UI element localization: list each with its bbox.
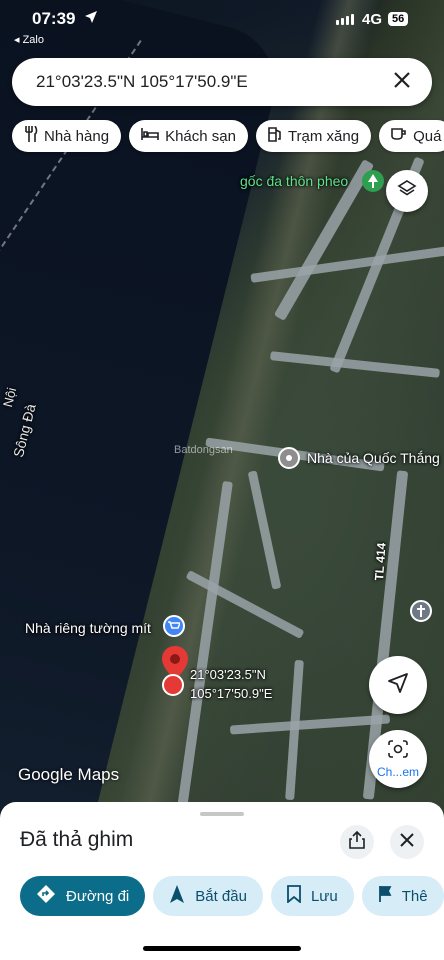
add-label-button[interactable]: Thê xyxy=(361,876,444,916)
share-button[interactable] xyxy=(340,825,374,859)
network-type: 4G xyxy=(362,11,383,28)
map-road xyxy=(229,714,391,735)
poi-label-quoc-thang[interactable]: Nhà của Quốc Thắng xyxy=(307,450,440,466)
road-label-tl414: TL 414 xyxy=(372,542,389,581)
start-button[interactable]: Bắt đầu xyxy=(153,876,263,916)
place-marker-icon[interactable] xyxy=(278,447,300,469)
status-bar: 07:39 ◂ Zalo 4G 56 xyxy=(0,0,444,46)
category-chips: Nhà hàng Khách sạn Trạm xăng Quá xyxy=(12,120,444,154)
close-icon xyxy=(393,71,411,94)
action-label: Bắt đầu xyxy=(195,887,247,905)
directions-button[interactable]: Đường đi xyxy=(20,876,146,916)
location-arrow-icon xyxy=(84,10,98,29)
sheet-drag-handle[interactable] xyxy=(200,812,244,816)
pin-coord-line1: 21°03'23.5"N xyxy=(190,667,266,682)
chip-gas-stations[interactable]: Trạm xăng xyxy=(255,120,372,152)
fork-knife-icon xyxy=(24,125,38,146)
action-buttons: Đường đi Bắt đầu Lưu Thê xyxy=(20,876,444,916)
layers-icon xyxy=(397,179,417,204)
bookmark-icon xyxy=(287,885,301,907)
gas-pump-icon xyxy=(268,126,282,146)
bed-icon xyxy=(141,127,159,145)
search-bar[interactable] xyxy=(12,58,432,106)
close-icon xyxy=(400,832,414,852)
shopping-cart-icon[interactable] xyxy=(163,615,185,637)
map-road xyxy=(247,470,282,590)
chip-restaurants[interactable]: Nhà hàng xyxy=(12,120,122,152)
poi-label-nha-rieng[interactable]: Nhà riêng tường mít xyxy=(25,620,151,636)
chip-hotels[interactable]: Khách sạn xyxy=(129,120,248,152)
chip-label: Nhà hàng xyxy=(44,127,110,145)
tree-icon[interactable] xyxy=(362,170,384,192)
action-label: Thê xyxy=(401,887,428,905)
share-icon xyxy=(349,830,365,854)
cafe-cup-icon xyxy=(391,127,407,145)
poi-label-goc-da[interactable]: gốc đa thôn pheo xyxy=(240,173,348,189)
chip-label: Khách sạn xyxy=(165,127,236,145)
clear-search-button[interactable] xyxy=(388,68,416,96)
layers-button[interactable] xyxy=(386,170,428,212)
close-sheet-button[interactable] xyxy=(390,825,424,859)
camera-search-icon xyxy=(388,739,408,763)
chip-label: Trạm xăng xyxy=(287,127,360,145)
save-button[interactable]: Lưu xyxy=(270,876,354,916)
map-road xyxy=(269,351,441,378)
watermark-label: Batdongsan xyxy=(174,444,233,456)
chip-label: Quá xyxy=(413,127,442,145)
directions-icon xyxy=(36,884,56,908)
navigation-arrow-icon xyxy=(169,884,185,908)
pin-location-dot-icon xyxy=(162,674,184,696)
google-maps-logo: Google Maps xyxy=(18,765,120,784)
flag-icon xyxy=(378,885,392,907)
back-to-app-link[interactable]: ◂ Zalo xyxy=(14,33,44,46)
action-label: Đường đi xyxy=(66,887,130,905)
screenshot-button-label: Ch...em xyxy=(376,764,419,779)
home-indicator[interactable] xyxy=(143,946,301,951)
chip-cafes[interactable]: Quá xyxy=(379,120,444,152)
status-time: 07:39 xyxy=(32,9,76,28)
battery-level: 56 xyxy=(388,12,409,26)
signal-icon xyxy=(336,14,354,25)
navigation-arrow-icon xyxy=(387,672,409,699)
pin-coord-line2: 105°17'50.9"E xyxy=(190,686,273,701)
my-location-button[interactable] xyxy=(369,656,427,714)
church-icon[interactable] xyxy=(410,600,432,622)
screenshot-search-button[interactable]: Ch...em xyxy=(369,730,427,788)
search-input[interactable] xyxy=(36,68,376,96)
sheet-title: Đã thả ghim xyxy=(20,828,134,851)
action-label: Lưu xyxy=(310,887,338,905)
